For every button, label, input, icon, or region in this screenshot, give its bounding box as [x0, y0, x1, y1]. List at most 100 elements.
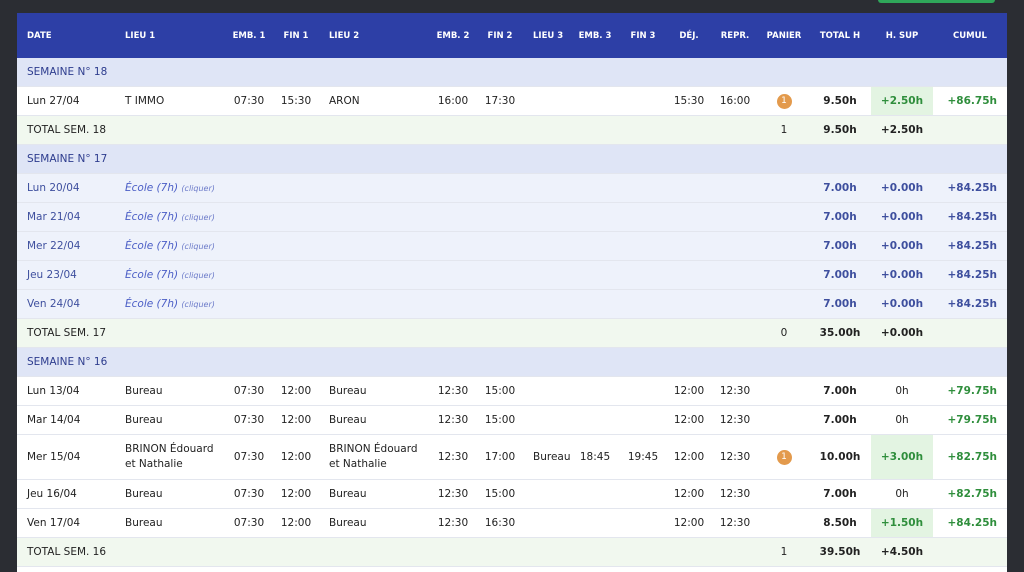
column-header-date[interactable]: DATE	[17, 13, 115, 58]
week-total-row: TOTAL SEM. 18 1 9.50h +2.50h	[17, 115, 1007, 145]
cumul-cell: +82.75h	[933, 479, 1007, 509]
week-total-hours: 9.50h	[809, 115, 871, 145]
ecole-click-hint[interactable]: (cliquer)	[181, 271, 214, 280]
column-header-panier[interactable]: PANIER	[759, 13, 809, 58]
ecole-cell[interactable]: École (7h) (cliquer)	[115, 231, 809, 261]
column-header-fin-3[interactable]: FIN 3	[619, 13, 667, 58]
total-h-cell: 8.50h	[809, 508, 871, 538]
date-cell: Lun 13/04	[17, 376, 115, 406]
h-sup-cell: 0h	[871, 376, 933, 406]
table-body: SEMAINE N° 18 Lun 27/04 T IMMO 07:30 15:30 AR…	[17, 58, 1007, 567]
ecole-day-row[interactable]: Ven 24/04 École (7h) (cliquer) 7.00h +0.00h…	[17, 289, 1007, 319]
emb-3-cell	[571, 508, 619, 538]
action-button[interactable]	[878, 0, 995, 3]
day-row[interactable]: Lun 13/04 Bureau 07:30 12:00 Bureau 12:30 15:0…	[17, 376, 1007, 406]
lieu-3-cell	[523, 376, 571, 406]
column-header-lieu-3[interactable]: LIEU 3	[523, 13, 571, 58]
week-title: SEMAINE N° 18	[17, 58, 1007, 87]
panier-cell: 1	[759, 86, 809, 116]
ecole-cell[interactable]: École (7h) (cliquer)	[115, 173, 809, 203]
day-row[interactable]: Ven 17/04 Bureau 07:30 12:00 Bureau 12:30 16:3…	[17, 508, 1007, 538]
cumul-cell: +82.75h	[933, 434, 1007, 480]
timesheet-panel: DATE LIEU 1 EMB. 1 FIN 1 LIEU 2 EMB. 2 FIN 2 LI…	[17, 13, 1007, 572]
fin-1-cell: 12:00	[273, 508, 319, 538]
column-header-lieu-2[interactable]: LIEU 2	[319, 13, 429, 58]
ecole-day-row[interactable]: Mar 21/04 École (7h) (cliquer) 7.00h +0.00h…	[17, 202, 1007, 232]
week-total-h-sup: +2.50h	[871, 115, 933, 145]
column-header-emb-1[interactable]: EMB. 1	[225, 13, 273, 58]
column-header-fin-1[interactable]: FIN 1	[273, 13, 319, 58]
week-total-cumul	[933, 115, 1007, 145]
fin-3-cell	[619, 479, 667, 509]
date-cell: Lun 27/04	[17, 86, 115, 116]
ecole-day-row[interactable]: Mer 22/04 École (7h) (cliquer) 7.00h +0.00h…	[17, 231, 1007, 261]
fin-1-cell: 12:00	[273, 434, 319, 480]
emb-3-cell	[571, 405, 619, 435]
week-total-label: TOTAL SEM. 18	[17, 115, 759, 145]
day-row[interactable]: Jeu 16/04 Bureau 07:30 12:00 Bureau 12:30 15:0…	[17, 479, 1007, 509]
column-header-fin-2[interactable]: FIN 2	[477, 13, 523, 58]
column-header-cumul[interactable]: CUMUL	[933, 13, 1007, 58]
dej-cell: 15:30	[667, 86, 711, 116]
total-h-cell: 7.00h	[809, 376, 871, 406]
date-cell: Ven 17/04	[17, 508, 115, 538]
fin-3-cell	[619, 376, 667, 406]
column-header-emb-2[interactable]: EMB. 2	[429, 13, 477, 58]
week-total-cumul	[933, 537, 1007, 567]
lieu-1-cell: Bureau	[115, 508, 225, 538]
ecole-click-hint[interactable]: (cliquer)	[181, 242, 214, 251]
h-sup-cell: +0.00h	[871, 289, 933, 319]
day-row[interactable]: Mar 14/04 Bureau 07:30 12:00 Bureau 12:30 15:0…	[17, 405, 1007, 435]
table-header-row: DATE LIEU 1 EMB. 1 FIN 1 LIEU 2 EMB. 2 FIN 2 LI…	[17, 13, 1007, 58]
ecole-label[interactable]: École (7h)	[125, 240, 178, 252]
ecole-day-row[interactable]: Jeu 23/04 École (7h) (cliquer) 7.00h +0.00h…	[17, 260, 1007, 290]
emb-3-cell: 18:45	[571, 434, 619, 480]
column-header-repr[interactable]: REPR.	[711, 13, 759, 58]
day-row[interactable]: Lun 27/04 T IMMO 07:30 15:30 ARON 16:00 17:30 1…	[17, 86, 1007, 116]
ecole-day-row[interactable]: Lun 20/04 École (7h) (cliquer) 7.00h +0.00h…	[17, 173, 1007, 203]
ecole-label[interactable]: École (7h)	[125, 269, 178, 281]
ecole-click-hint[interactable]: (cliquer)	[181, 184, 214, 193]
ecole-cell[interactable]: École (7h) (cliquer)	[115, 202, 809, 232]
date-cell: Mer 22/04	[17, 231, 115, 261]
lieu-3-cell	[523, 86, 571, 116]
column-header-dej[interactable]: DÉJ.	[667, 13, 711, 58]
ecole-click-hint[interactable]: (cliquer)	[181, 213, 214, 222]
cumul-cell: +79.75h	[933, 376, 1007, 406]
lieu-1-cell: BRINON Édouard et Nathalie	[115, 434, 225, 480]
fin-1-cell: 12:00	[273, 479, 319, 509]
date-cell: Jeu 16/04	[17, 479, 115, 509]
lieu-2-cell: Bureau	[319, 479, 429, 509]
column-header-h-sup[interactable]: H. SUP	[871, 13, 933, 58]
cumul-cell: +84.25h	[933, 289, 1007, 319]
ecole-label[interactable]: École (7h)	[125, 211, 178, 223]
lieu-1-cell: Bureau	[115, 405, 225, 435]
cumul-cell: +84.25h	[933, 202, 1007, 232]
column-header-emb-3[interactable]: EMB. 3	[571, 13, 619, 58]
ecole-click-hint[interactable]: (cliquer)	[181, 300, 214, 309]
ecole-label[interactable]: École (7h)	[125, 298, 178, 310]
repr-cell: 16:00	[711, 86, 759, 116]
fin-2-cell: 16:30	[477, 508, 523, 538]
column-header-lieu-1[interactable]: LIEU 1	[115, 13, 225, 58]
emb-1-cell: 07:30	[225, 376, 273, 406]
week-title: SEMAINE N° 16	[17, 347, 1007, 377]
emb-2-cell: 12:30	[429, 479, 477, 509]
date-cell: Ven 24/04	[17, 289, 115, 319]
cumul-cell: +84.25h	[933, 508, 1007, 538]
ecole-label[interactable]: École (7h)	[125, 182, 178, 194]
week-header-row: SEMAINE N° 18	[17, 58, 1007, 87]
cumul-cell: +84.25h	[933, 260, 1007, 290]
lieu-3-cell	[523, 479, 571, 509]
column-header-total-h[interactable]: TOTAL H	[809, 13, 871, 58]
week-total-h-sup: +0.00h	[871, 318, 933, 348]
day-row[interactable]: Mer 15/04 BRINON Édouard et Nathalie 07:30…	[17, 434, 1007, 480]
panier-badge: 1	[776, 93, 792, 109]
repr-cell: 12:30	[711, 376, 759, 406]
emb-1-cell: 07:30	[225, 86, 273, 116]
week-total-label: TOTAL SEM. 17	[17, 318, 759, 348]
ecole-cell[interactable]: École (7h) (cliquer)	[115, 289, 809, 319]
ecole-cell[interactable]: École (7h) (cliquer)	[115, 260, 809, 290]
total-h-cell: 7.00h	[809, 231, 871, 261]
cumul-cell: +84.25h	[933, 231, 1007, 261]
